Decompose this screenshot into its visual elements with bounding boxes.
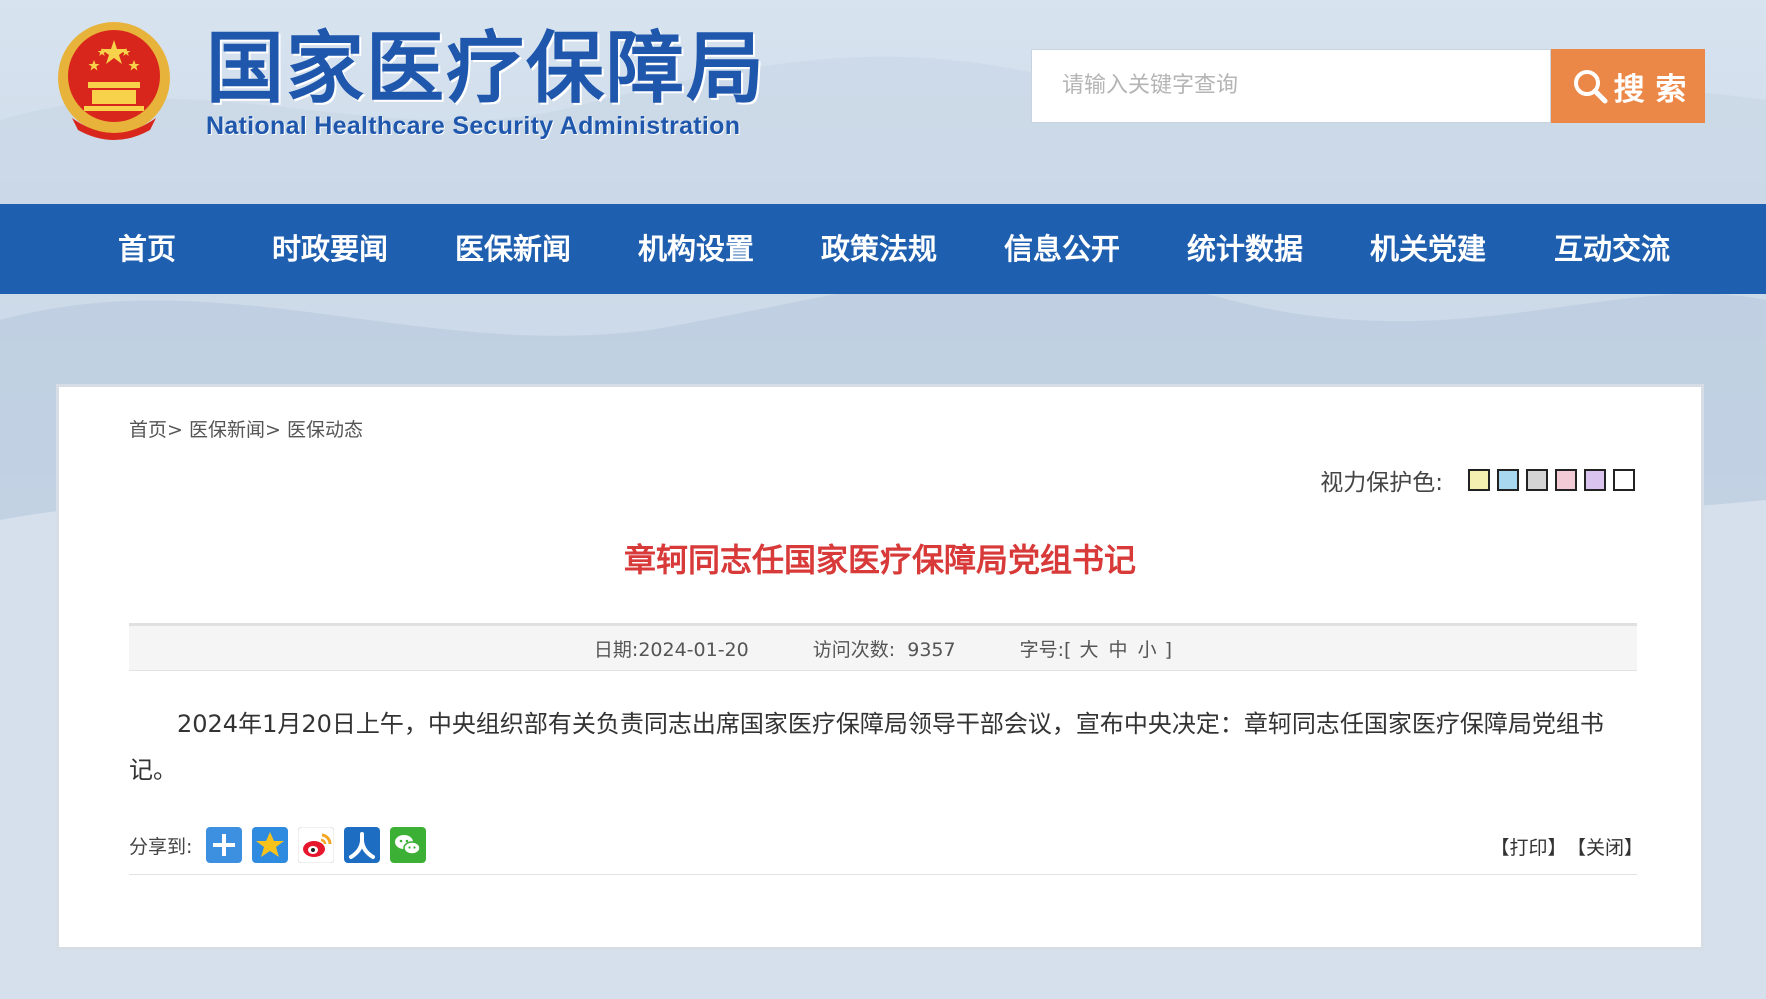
search-button[interactable]: 搜 索 — [1551, 49, 1705, 123]
breadcrumb-home[interactable]: 首页 — [129, 419, 167, 441]
font-size-label: 字号: — [1019, 638, 1064, 661]
nav-item-politics-news[interactable]: 时政要闻 — [272, 204, 388, 294]
swatch-white[interactable] — [1613, 469, 1635, 491]
nav-item-interaction[interactable]: 互动交流 — [1554, 204, 1670, 294]
article-title: 章轲同志任国家医疗保障局党组书记 — [623, 541, 1136, 579]
font-size-large-button[interactable]: 大 — [1077, 639, 1100, 661]
nav-item-policies[interactable]: 政策法规 — [821, 204, 937, 294]
site-header: 国家医疗保障局 National Healthcare Security Adm… — [0, 0, 1766, 204]
date-value: 2024-01-20 — [638, 638, 749, 661]
search-icon — [1573, 70, 1608, 104]
share-bar: 分享到: — [129, 827, 436, 863]
swatch-purple[interactable] — [1584, 469, 1606, 491]
share-label: 分享到: — [129, 835, 193, 858]
wechat-icon[interactable] — [390, 827, 427, 863]
article-meta: 日期:2024-01-20 访问次数: 9357 字号:[ 大 中 小 ] — [129, 623, 1637, 671]
swatch-blue[interactable] — [1497, 469, 1519, 491]
nav-item-statistics[interactable]: 统计数据 — [1187, 204, 1303, 294]
date-label: 日期: — [593, 638, 639, 661]
print-link[interactable]: 【打印】 — [1490, 837, 1566, 859]
search-input[interactable]: 请输入关键字查询 — [1031, 49, 1551, 123]
nav-item-information[interactable]: 信息公开 — [1004, 204, 1120, 294]
article-views: 访问次数: 9357 — [813, 635, 956, 662]
views-label: 访问次数: — [812, 638, 896, 661]
search-button-label: 搜 索 — [1613, 71, 1687, 108]
breadcrumb-separator: > — [167, 419, 183, 441]
site-logo-english[interactable]: National Healthcare Security Administrat… — [206, 112, 740, 141]
breadcrumb-healthcare-updates[interactable]: 医保动态 — [287, 419, 363, 441]
article-actions: 【打印】 【关闭】 — [1480, 833, 1643, 860]
site-logo-chinese[interactable]: 国家医疗保障局 — [206, 24, 766, 114]
article-panel: 首页> 医保新闻> 医保动态 视力保护色: 章轲同志任国家医疗保障局党组书记 日… — [56, 384, 1704, 950]
nav-item-party-building[interactable]: 机关党建 — [1370, 204, 1486, 294]
nav-item-healthcare-news[interactable]: 医保新闻 — [455, 204, 571, 294]
nav-item-organization[interactable]: 机构设置 — [638, 204, 754, 294]
main-nav: 首页 时政要闻 医保新闻 机构设置 政策法规 信息公开 统计数据 机关党建 互动… — [0, 204, 1766, 294]
font-size-medium-button[interactable]: 中 — [1107, 639, 1130, 661]
article-date: 日期:2024-01-20 — [594, 635, 749, 662]
swatch-gray[interactable] — [1526, 469, 1548, 491]
qzone-star-icon[interactable] — [252, 827, 289, 863]
nav-item-home[interactable]: 首页 — [118, 204, 176, 294]
renren-icon[interactable] — [344, 827, 381, 863]
national-emblem-icon[interactable] — [54, 18, 174, 146]
views-value: 9357 — [907, 638, 956, 661]
article-body: 2024年1月20日上午，中央组织部有关负责同志出席国家医疗保障局领导干部会议，… — [129, 710, 1604, 784]
breadcrumb: 首页> 医保新闻> 医保动态 — [129, 415, 363, 442]
footer-divider — [129, 874, 1637, 875]
breadcrumb-healthcare-news[interactable]: 医保新闻 — [189, 419, 265, 441]
font-size-controls: 字号:[ 大 中 小 ] — [1020, 635, 1172, 662]
swatch-pink[interactable] — [1555, 469, 1577, 491]
weibo-icon[interactable] — [298, 827, 335, 863]
vision-protection-colors: 视力保护色: — [1320, 463, 1635, 497]
font-size-small-button[interactable]: 小 — [1136, 639, 1159, 661]
swatch-yellow[interactable] — [1468, 469, 1490, 491]
breadcrumb-separator: > — [265, 419, 281, 441]
close-link[interactable]: 【关闭】 — [1576, 837, 1643, 859]
font-size-bracket-close: ] — [1164, 638, 1173, 661]
font-size-bracket-open: [ — [1064, 638, 1072, 661]
vision-protection-label: 视力保护色: — [1320, 470, 1443, 496]
plus-share-icon[interactable] — [206, 827, 243, 863]
